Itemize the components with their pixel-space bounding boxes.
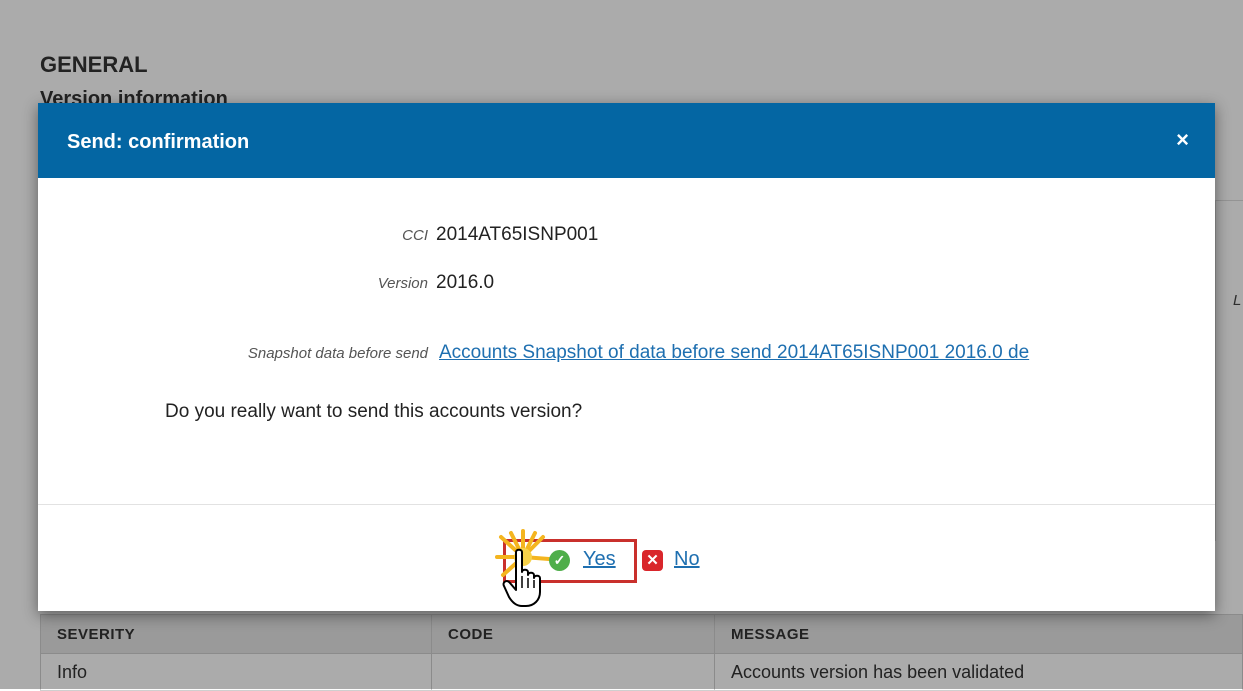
- cci-label: CCI: [402, 227, 428, 244]
- yes-button[interactable]: Yes: [583, 548, 616, 571]
- check-circle-icon[interactable]: ✓: [549, 550, 570, 571]
- version-label: Version: [377, 275, 428, 292]
- version-value: 2016.0: [436, 272, 495, 293]
- dialog-title: Send: confirmation: [67, 131, 250, 153]
- hand-cursor-icon: [502, 548, 541, 607]
- snapshot-label: Snapshot data before send: [247, 345, 428, 362]
- confirmation-question: Do you really want to send this accounts…: [165, 401, 583, 422]
- close-icon[interactable]: ×: [1176, 129, 1189, 151]
- send-confirmation-dialog: Send: confirmation × CCI 2014AT65ISNP001…: [38, 103, 1215, 611]
- snapshot-document-link[interactable]: Accounts Snapshot of data before send 20…: [439, 342, 1029, 364]
- no-button[interactable]: No: [674, 548, 700, 571]
- dialog-header: Send: confirmation ×: [38, 103, 1215, 178]
- cci-value: 2014AT65ISNP001: [436, 224, 599, 245]
- close-square-icon[interactable]: ✕: [642, 550, 663, 571]
